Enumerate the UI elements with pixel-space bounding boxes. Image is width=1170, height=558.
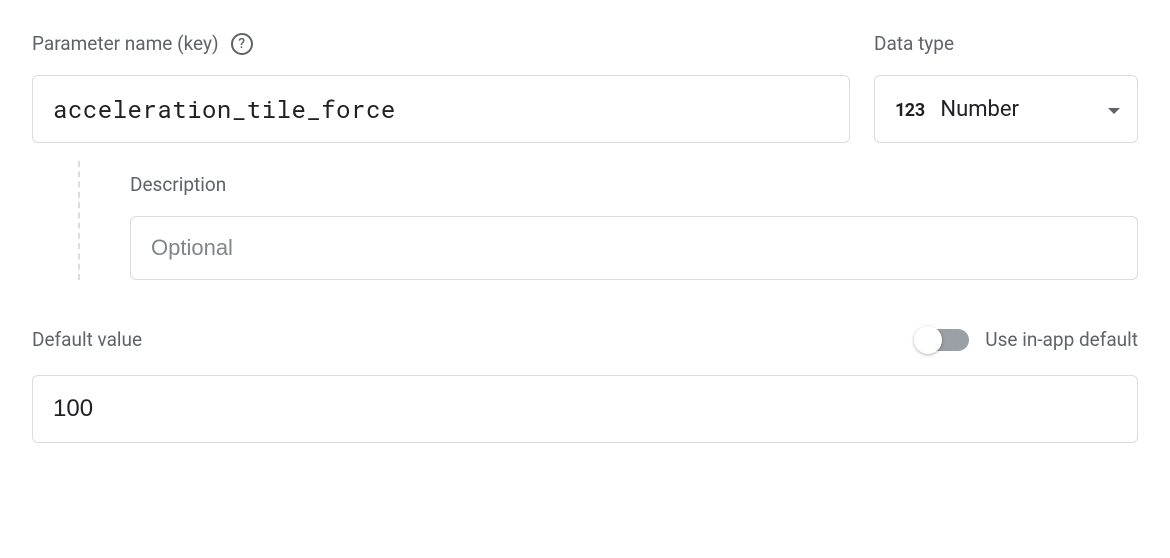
data-type-group: Data type 123 Number <box>874 32 1138 143</box>
parameter-name-label: Parameter name (key) ? <box>32 32 850 55</box>
parameter-name-input[interactable] <box>32 75 850 143</box>
dropdown-content: 123 Number <box>895 97 1019 122</box>
data-type-selected: Number <box>940 97 1019 122</box>
description-group: Description <box>130 161 1138 280</box>
number-type-icon: 123 <box>895 97 924 121</box>
data-type-label-text: Data type <box>874 32 954 55</box>
toggle-knob <box>914 326 942 354</box>
default-value-label: Default value <box>32 328 142 351</box>
in-app-default-toggle[interactable] <box>917 329 969 351</box>
help-icon[interactable]: ? <box>231 33 253 55</box>
data-type-label: Data type <box>874 32 1138 55</box>
chevron-down-icon <box>1107 100 1121 119</box>
default-value-input[interactable] <box>32 375 1138 443</box>
description-section: Description <box>32 161 1138 280</box>
parameter-name-label-text: Parameter name (key) <box>32 32 219 55</box>
toggle-label: Use in-app default <box>985 328 1138 351</box>
default-value-section: Default value Use in-app default <box>32 328 1138 443</box>
toggle-group: Use in-app default <box>917 328 1138 351</box>
description-input[interactable] <box>130 216 1138 280</box>
data-type-dropdown[interactable]: 123 Number <box>874 75 1138 143</box>
parameter-name-group: Parameter name (key) ? <box>32 32 850 143</box>
indent-line <box>78 161 130 280</box>
default-header: Default value Use in-app default <box>32 328 1138 351</box>
description-label: Description <box>130 173 1138 196</box>
